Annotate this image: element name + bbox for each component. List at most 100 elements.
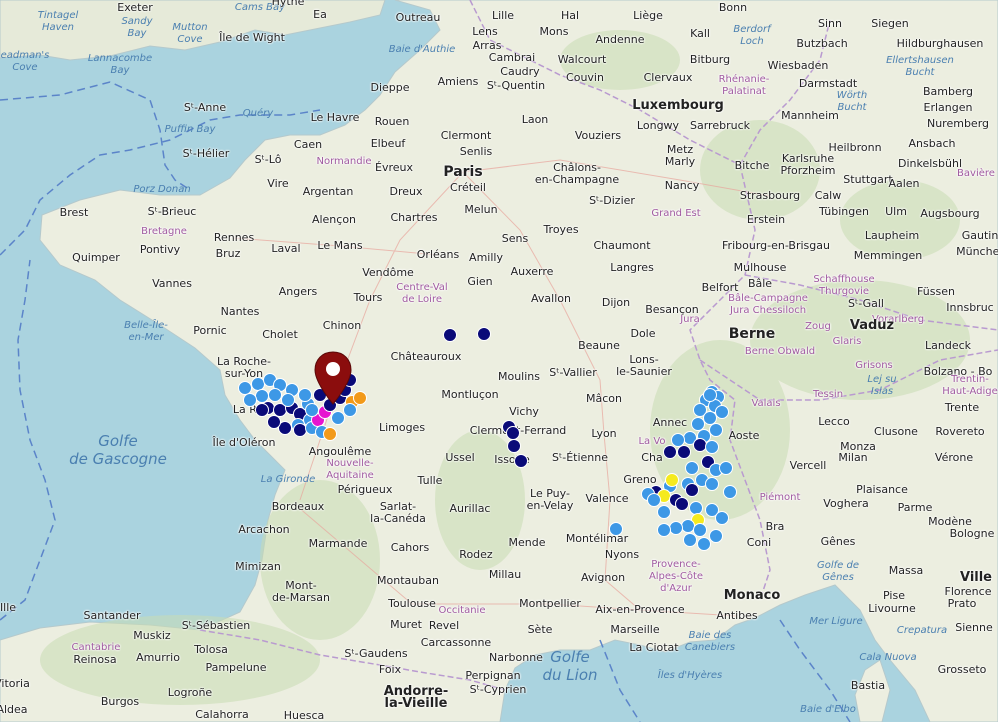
data-point-marker[interactable]: [514, 454, 528, 468]
map-label: Bitche: [734, 159, 770, 172]
data-point-marker[interactable]: [675, 497, 689, 511]
map-label: Innsbruc: [946, 301, 994, 314]
map-label: Rovereto: [935, 425, 985, 438]
data-point-marker[interactable]: [685, 461, 699, 475]
data-point-marker[interactable]: [331, 411, 345, 425]
map-label: Cala Nuova: [859, 652, 917, 663]
map-label: Foix: [378, 663, 402, 676]
map-label: Vouziers: [574, 129, 622, 142]
data-point-marker[interactable]: [705, 477, 719, 491]
map-label: Ellertshausen Bucht: [886, 55, 954, 78]
map-label: Tintagel Haven: [37, 10, 79, 33]
data-point-marker[interactable]: [647, 493, 661, 507]
data-point-marker[interactable]: [267, 415, 281, 429]
map-label: Paris: [443, 164, 483, 180]
map-label: Vannes: [152, 277, 192, 290]
map-label: Évreux: [375, 161, 413, 174]
map-label: Aurillac: [449, 502, 491, 515]
map-label: Heilbronn: [828, 141, 882, 154]
map-label: Ille: [0, 601, 17, 614]
map-label: Quéry: [242, 108, 274, 119]
map-label: Provence- Alpes-Côte d'Azur: [648, 559, 704, 594]
map-label: Couvin: [566, 71, 604, 84]
data-point-marker[interactable]: [705, 440, 719, 454]
map-label: Mimizan: [235, 560, 281, 573]
map-label: Brest: [59, 206, 89, 219]
map-label: Aix-en-Provence: [595, 603, 685, 616]
data-point-marker[interactable]: [719, 461, 733, 475]
map-label: Rodez: [459, 548, 493, 561]
map-label: Berne: [728, 326, 776, 342]
data-point-marker[interactable]: [715, 405, 729, 419]
map-label: Valais: [751, 398, 781, 409]
map-label: Mer Ligure: [809, 616, 863, 627]
map-label: Gien: [467, 275, 493, 288]
data-point-marker[interactable]: [255, 403, 269, 417]
data-point-marker[interactable]: [477, 327, 491, 341]
map-label: Vendôme: [362, 266, 414, 279]
map-label: Augsbourg: [920, 207, 980, 220]
data-point-marker[interactable]: [709, 529, 723, 543]
map-label: Lannacombe Bay: [87, 53, 153, 76]
map-label: Jura: [680, 314, 700, 325]
data-point-marker[interactable]: [669, 521, 683, 535]
map-label: Kall: [690, 27, 710, 40]
map-label: Bologne: [949, 527, 995, 540]
map-label: Sᵗ-Vallier: [549, 366, 597, 379]
data-point-marker[interactable]: [609, 522, 623, 536]
data-point-marker[interactable]: [443, 328, 457, 342]
map-label: Sᵗ-Cyprien: [469, 683, 527, 696]
map-label: La Gironde: [260, 474, 316, 485]
data-point-marker[interactable]: [663, 445, 677, 459]
map-label: Cha: [641, 451, 663, 464]
data-point-marker[interactable]: [243, 393, 257, 407]
map-label: Le Mans: [317, 239, 363, 252]
data-point-marker[interactable]: [506, 426, 520, 440]
data-point-marker[interactable]: [723, 485, 737, 499]
data-point-marker[interactable]: [677, 445, 691, 459]
map-label: Centre-Val de Loire: [396, 282, 448, 305]
data-point-marker[interactable]: [657, 523, 671, 537]
map-label: Voghera: [823, 497, 869, 510]
data-point-marker[interactable]: [709, 423, 723, 437]
map-label: Sᵗ-Gaudens: [344, 647, 408, 660]
map-label: Chinon: [322, 319, 362, 332]
data-point-marker[interactable]: [298, 388, 312, 402]
map-label: Dieppe: [370, 81, 410, 94]
map-label: Plaisance: [856, 483, 908, 496]
map-label: Lons- le-Saunier: [616, 353, 672, 378]
data-point-marker[interactable]: [268, 388, 282, 402]
map-label: Müncher: [956, 245, 998, 258]
data-point-marker[interactable]: [281, 393, 295, 407]
map-label: Clervaux: [643, 71, 693, 84]
data-point-marker[interactable]: [323, 427, 337, 441]
map-label: Parme: [897, 501, 933, 514]
map-label: Outreau: [395, 11, 441, 24]
map-label: Le Puy- en-Velay: [526, 487, 574, 512]
map-label: Troyes: [543, 223, 579, 236]
map-label: Antibes: [716, 609, 758, 622]
map-label: Mutton Cove: [172, 22, 208, 45]
location-pin-icon[interactable]: [313, 350, 353, 406]
data-point-marker[interactable]: [685, 483, 699, 497]
map-label: Tulle: [417, 474, 443, 487]
map-label: Mende: [508, 536, 546, 549]
map-label: Lille: [491, 9, 515, 22]
map-label: Coni: [746, 536, 772, 549]
data-point-marker[interactable]: [353, 391, 367, 405]
map-label: Melun: [464, 203, 498, 216]
map-label: Bavière: [957, 168, 995, 179]
map-label: La Vo: [638, 436, 666, 447]
data-point-marker[interactable]: [693, 523, 707, 537]
map-label: Bruz: [215, 247, 241, 260]
data-point-marker[interactable]: [657, 505, 671, 519]
map-label: Sᵗ-Hélier: [182, 147, 230, 160]
map-label: Marly: [664, 155, 696, 168]
data-point-marker[interactable]: [703, 388, 717, 402]
data-point-marker[interactable]: [507, 439, 521, 453]
data-point-marker[interactable]: [665, 473, 679, 487]
map-label: Annec: [652, 416, 688, 429]
map-label: Ea: [313, 8, 327, 21]
data-point-marker[interactable]: [715, 511, 729, 525]
map-label: Le Havre: [310, 111, 360, 124]
